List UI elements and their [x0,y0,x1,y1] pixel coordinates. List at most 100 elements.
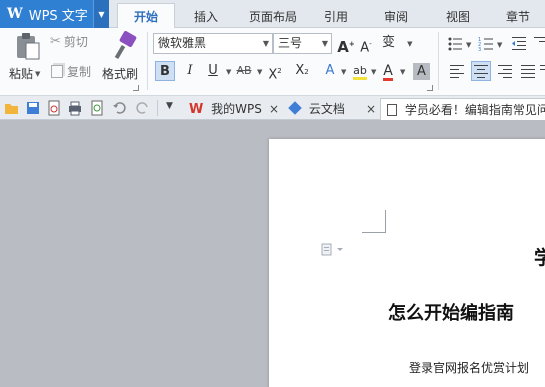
paste-icon [16,33,39,60]
paste-dropdown-icon[interactable]: ▼ [35,70,40,78]
numbered-list-button[interactable]: 1 2 3 [476,34,496,54]
font-name-select[interactable]: 微软雅黑 ▼ [153,33,273,54]
highlight-button[interactable]: ab [350,61,370,81]
open-icon[interactable] [4,100,20,116]
grow-font-icon: A [337,38,349,56]
dialog-launcher-icon[interactable] [133,85,139,91]
text-effect-icon: A [325,63,335,78]
font-color-dropdown-icon[interactable]: ▼ [400,68,405,76]
app-menu-button[interactable]: W WPS 文字 ▼ [0,0,109,28]
tab-chapter[interactable]: 章节 [498,6,538,28]
font-color-button[interactable]: A [378,61,398,81]
paste-button[interactable]: 粘贴 ▼ [8,31,44,81]
text-effect-dropdown-icon[interactable]: ▼ [341,68,346,76]
increase-indent-icon [534,37,545,42]
pinyin-guide-button[interactable]: 变 ▼ [380,33,420,53]
close-tab-icon[interactable]: × [269,98,279,120]
document-body-text: 登录官网报名优赏计划 [409,361,530,375]
tab-references[interactable]: 引用 [316,6,356,28]
bullet-list-dropdown-icon[interactable]: ▼ [466,41,471,49]
format-painter-label: 格式刷 [102,67,139,81]
shrink-font-button[interactable]: A- [356,34,376,56]
doc-tab-my-wps[interactable]: W 我的WPS × [185,98,280,120]
margin-corner-mark [362,232,386,233]
print-preview-icon[interactable] [89,100,105,116]
format-painter-icon [114,31,136,60]
copy-button[interactable]: 复制 [51,63,91,80]
doc-tab-label: 云文档 [308,102,345,116]
doc-tab-label: 我的WPS [211,102,262,116]
print-icon[interactable] [67,100,83,116]
cloud-doc-icon [288,101,302,115]
tab-insert[interactable]: 插入 [182,6,230,28]
underline-button[interactable]: U [203,61,223,81]
chevron-down-icon: ▼ [321,39,328,48]
justify-button[interactable] [518,61,538,81]
grow-font-button[interactable]: A+ [336,34,356,56]
cut-button[interactable]: ✂ 剪切 [50,33,88,50]
document-heading: 学 [534,247,545,269]
character-shading-button[interactable]: A [413,63,430,80]
bold-button[interactable]: B [155,61,175,81]
tab-start[interactable]: 开始 [117,3,175,29]
tab-review[interactable]: 审阅 [376,6,416,28]
copy-label: 复制 [67,65,92,79]
highlight-dropdown-icon[interactable]: ▼ [371,68,376,76]
ribbon-divider [147,32,148,90]
redo-icon[interactable] [134,100,150,116]
doc-tab-cloud-docs[interactable]: 云文档 × [285,98,380,120]
distributed-align-icon [540,65,545,70]
italic-button[interactable]: I [180,61,200,81]
wps-logo: W [7,6,23,22]
align-left-button[interactable] [447,61,467,81]
numbered-list-dropdown-icon[interactable]: ▼ [497,41,502,49]
margin-corner-mark [385,210,386,233]
ribbon: 粘贴 ▼ ✂ 剪切 复制 格式刷 微软雅黑 ▼ 三号 ▼ A+ A- 变 ▼ B… [0,28,545,96]
decrease-indent-button[interactable] [509,34,529,54]
align-center-button[interactable] [471,61,491,81]
bullet-list-button[interactable] [445,34,465,54]
strikethrough-dropdown-icon[interactable]: ▼ [257,68,262,76]
save-icon[interactable] [25,100,41,116]
app-menu-dropdown-icon[interactable]: ▼ [93,0,109,28]
shrink-font-icon: A [360,40,370,56]
document-icon [387,104,397,116]
cut-label: 剪切 [63,35,88,49]
underline-dropdown-icon[interactable]: ▼ [226,68,231,76]
distributed-align-button[interactable] [539,61,545,81]
customize-toolbar-dropdown-icon[interactable]: ▼ [166,101,173,111]
numbered-list-icon: 1 2 3 [478,37,493,53]
align-left-icon [450,65,464,78]
dialog-launcher-icon[interactable] [427,85,433,91]
wps-logo-icon: W [189,102,204,117]
align-center-icon [474,65,488,78]
font-size-value: 三号 [278,36,303,50]
paragraph-options-icon[interactable] [321,243,345,260]
decrease-indent-icon [512,37,526,50]
document-page[interactable] [269,139,545,387]
tab-page-layout[interactable]: 页面布局 [242,6,304,28]
doc-tab-current[interactable]: 学员必看！编辑指南常见问 [380,98,545,120]
increase-indent-button[interactable] [531,34,545,54]
tab-view[interactable]: 视图 [438,6,478,28]
font-size-select[interactable]: 三号 ▼ [273,33,332,54]
scissors-icon: ✂ [50,34,61,49]
svg-text:3: 3 [478,47,481,53]
highlighter-icon: ab [353,64,367,80]
format-painter-button[interactable]: 格式刷 [102,31,143,81]
bullet-list-icon [448,37,462,51]
undo-icon[interactable] [112,100,128,116]
toolbar-divider [157,100,158,116]
doc-tab-label: 学员必看！编辑指南常见问 [404,103,545,117]
text-effect-button[interactable]: A [320,61,340,81]
align-right-icon [498,65,512,78]
font-name-value: 微软雅黑 [158,36,207,50]
close-tab-icon[interactable]: × [366,98,376,120]
paste-label: 粘贴 [9,67,34,81]
superscript-button[interactable]: X2 [265,61,285,82]
subscript-button[interactable]: X2 [292,61,312,81]
font-color-icon: A [383,63,393,81]
align-right-button[interactable] [495,61,515,81]
export-pdf-icon[interactable] [46,100,62,116]
strikethrough-button[interactable]: AB [233,61,255,81]
